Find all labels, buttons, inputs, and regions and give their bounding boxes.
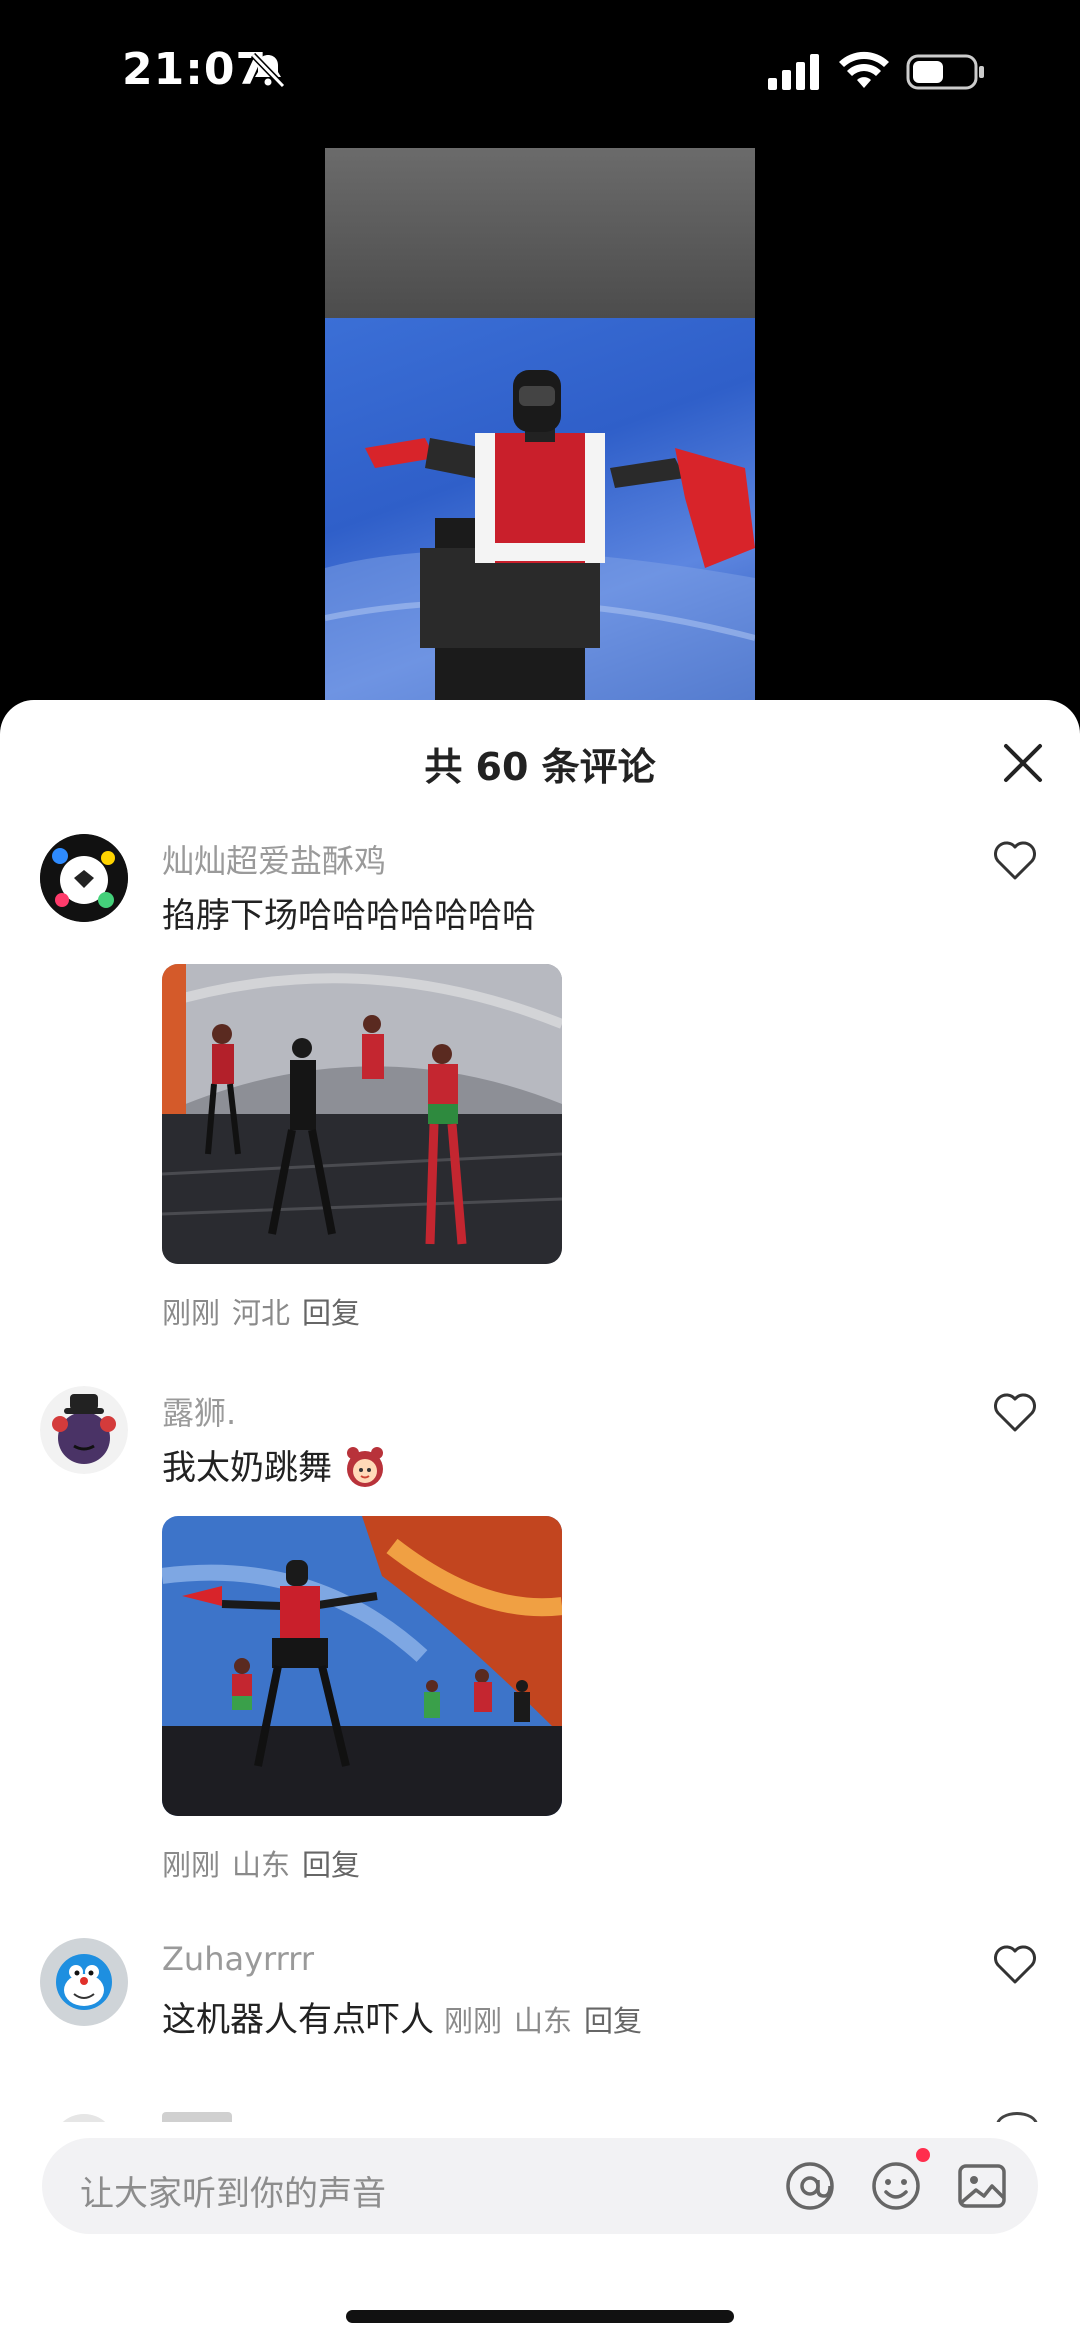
comment-username[interactable]: 露狮. xyxy=(162,1388,236,1434)
reply-button[interactable]: 回复 xyxy=(302,1296,360,1330)
avatar-image xyxy=(40,1938,128,2026)
comment-meta: 刚刚 河北 回复 xyxy=(162,1290,372,1332)
next-comment-partial xyxy=(0,2108,1080,2122)
heart-icon[interactable] xyxy=(992,838,1038,884)
bell-muted-icon xyxy=(250,52,286,89)
image-icon[interactable] xyxy=(954,2158,1010,2214)
comment-time: 刚刚 xyxy=(444,2004,503,2038)
comment-text-content: 我太奶跳舞 xyxy=(162,1448,332,1488)
heart-icon[interactable] xyxy=(992,1390,1038,1436)
avatar[interactable] xyxy=(40,1386,128,1474)
status-time: 21:07 xyxy=(122,44,268,95)
video-preview[interactable] xyxy=(325,148,755,700)
at-icon[interactable] xyxy=(782,2158,838,2214)
close-icon[interactable] xyxy=(1000,740,1046,786)
comment-text: 这机器人有点吓人 刚刚 山东 回复 xyxy=(162,1992,654,2041)
signal-icon xyxy=(768,54,819,90)
comment-time: 刚刚 xyxy=(162,1848,221,1882)
battery-icon xyxy=(906,54,984,90)
heart-icon[interactable] xyxy=(992,1942,1038,1988)
robot-dance-image xyxy=(162,1516,562,1816)
comments-sheet: 共 60 条评论 灿灿超爱盐酥鸡 掐脖下场哈哈哈哈哈哈哈 刚刚 河北 回复 露狮… xyxy=(0,700,1080,2341)
avatar[interactable] xyxy=(40,1938,128,2026)
comment-input-placeholder[interactable]: 让大家听到你的声音 xyxy=(80,2166,386,2215)
comment-location: 山东 xyxy=(232,1848,291,1882)
comment-meta: 刚刚 山东 回复 xyxy=(444,2004,654,2038)
home-indicator[interactable] xyxy=(346,2310,734,2323)
comment-location: 山东 xyxy=(514,2004,573,2038)
comment-username[interactable]: 灿灿超爱盐酥鸡 xyxy=(162,836,386,882)
robot-figure xyxy=(325,370,755,700)
girl-emoji-icon xyxy=(346,1447,383,1487)
dance-stage-image xyxy=(162,964,562,1264)
comment-input-bar[interactable]: 让大家听到你的声音 xyxy=(42,2138,1038,2234)
notification-dot xyxy=(916,2148,930,2162)
comment-image[interactable] xyxy=(162,1516,562,1816)
comment-text-content: 这机器人有点吓人 xyxy=(162,2000,434,2040)
comment-location: 河北 xyxy=(232,1296,291,1330)
avatar-image xyxy=(40,1386,128,1474)
comment-image[interactable] xyxy=(162,964,562,1264)
avatar[interactable] xyxy=(40,834,128,922)
reply-button[interactable]: 回复 xyxy=(302,1848,360,1882)
reply-button[interactable]: 回复 xyxy=(584,2004,642,2038)
emoji-icon[interactable] xyxy=(868,2158,924,2214)
avatar-image xyxy=(40,834,128,922)
status-bar: 21:07 xyxy=(0,0,1080,140)
comment-text: 我太奶跳舞 xyxy=(162,1440,387,1489)
comment-text: 掐脖下场哈哈哈哈哈哈哈 xyxy=(162,896,536,936)
comment-username[interactable]: Zuhayrrrr xyxy=(162,1940,314,1978)
comment-time: 刚刚 xyxy=(162,1296,221,1330)
comments-count-title: 共 60 条评论 xyxy=(424,745,656,789)
wifi-icon xyxy=(839,51,889,88)
comment-meta: 刚刚 山东 回复 xyxy=(162,1842,372,1884)
